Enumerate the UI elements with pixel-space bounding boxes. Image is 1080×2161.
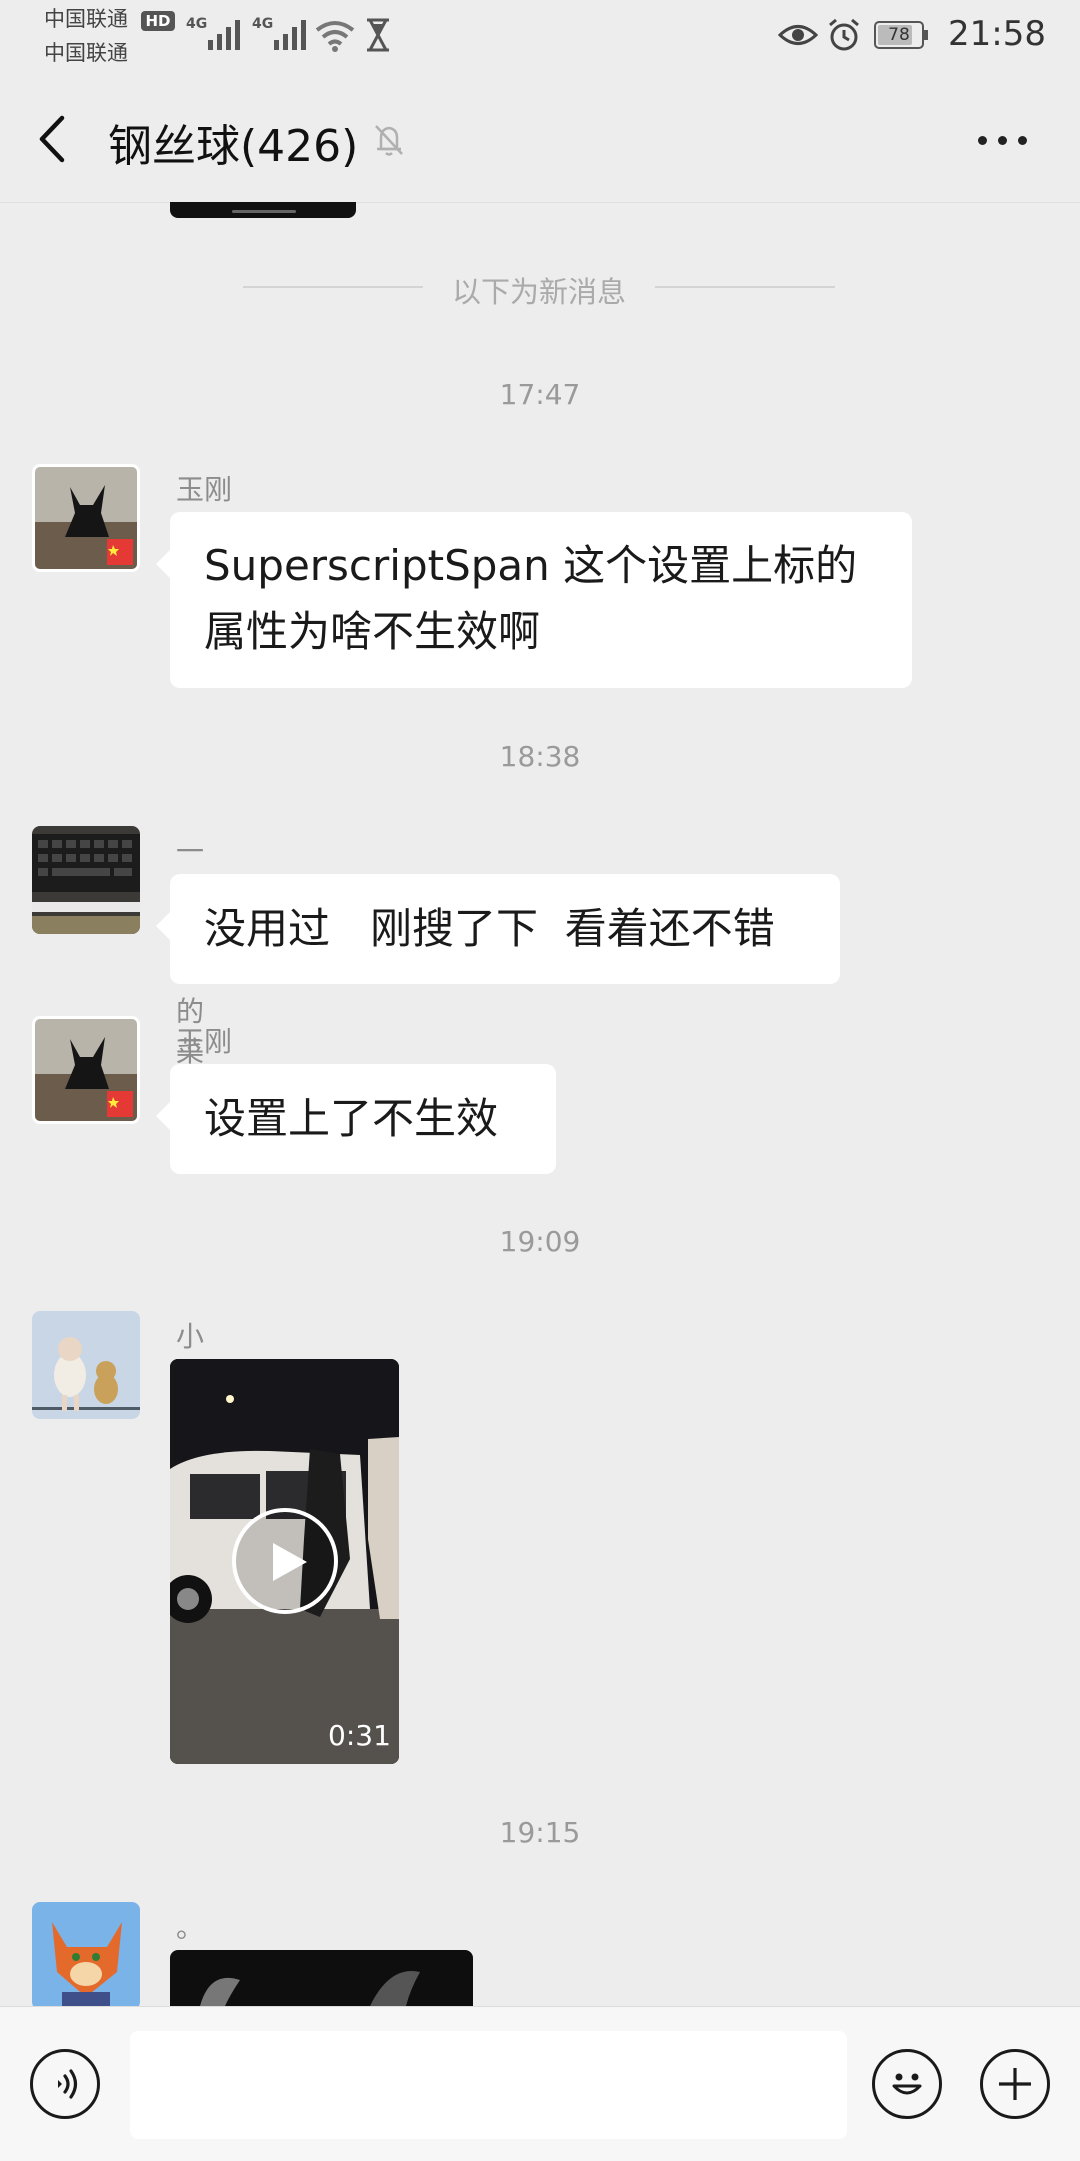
- hd-badge: HD: [141, 11, 175, 31]
- battery-icon: 78: [874, 21, 928, 49]
- bell-off-icon: [375, 125, 403, 156]
- input-bar: [0, 2006, 1080, 2161]
- voice-button[interactable]: [30, 2049, 100, 2119]
- emoji-icon: [892, 2073, 922, 2095]
- avatar[interactable]: [32, 826, 140, 934]
- status-time: 21:58: [948, 14, 1046, 54]
- timestamp: 19:15: [499, 1816, 581, 1849]
- emoji-button[interactable]: [872, 2049, 942, 2119]
- message-bubble[interactable]: SuperscriptSpan 这个设置上标的 属性为啥不生效啊: [156, 512, 912, 688]
- message-input[interactable]: [130, 2031, 847, 2139]
- alarm-icon: [829, 18, 859, 51]
- divider-left: [243, 286, 423, 288]
- message-text-line-1: SuperscriptSpan 这个设置上标的: [204, 541, 858, 590]
- voice-icon: [58, 2069, 78, 2099]
- play-icon[interactable]: [232, 1508, 338, 1614]
- message-bubble[interactable]: 设置上了不生效: [156, 1064, 556, 1174]
- previous-message-image[interactable]: [170, 202, 356, 218]
- avatar[interactable]: [32, 464, 140, 572]
- chevron-left-icon[interactable]: [34, 114, 70, 164]
- carrier-2-label: 中国联通: [44, 41, 128, 65]
- image-message[interactable]: [170, 1950, 473, 2006]
- avatar[interactable]: [32, 1016, 140, 1124]
- carrier-1-label: 中国联通: [44, 7, 128, 31]
- hourglass-icon: [367, 18, 389, 52]
- timestamp: 17:47: [499, 378, 581, 411]
- video-message[interactable]: 0:31: [170, 1359, 399, 1764]
- wifi-icon: [315, 21, 355, 52]
- status-bar: 中国联通 中国联通 HD 4G 4G 78 21:58: [0, 0, 1080, 72]
- battery-level: 78: [888, 25, 910, 45]
- more-options-button[interactable]: [972, 124, 1036, 158]
- avatar[interactable]: [32, 1902, 140, 2006]
- divider-right: [655, 286, 835, 288]
- new-messages-divider: 以下为新消息: [451, 275, 626, 309]
- avatar[interactable]: [32, 1311, 140, 1419]
- timestamp: 19:09: [499, 1225, 581, 1258]
- chat-header: 钢丝球(426): [0, 72, 1080, 203]
- message-bubble[interactable]: 没用过 刚搜了下 看着还不错: [156, 874, 840, 984]
- video-duration: 0:31: [328, 1719, 391, 1752]
- message-text-line-2: 属性为啥不生效啊: [204, 607, 541, 656]
- add-button[interactable]: [980, 2049, 1050, 2119]
- plus-icon: [999, 2068, 1031, 2100]
- chat-messages[interactable]: 以下为新消息 17:47 玉刚吹NO.1 SuperscriptSpan 这个设…: [0, 202, 1080, 2006]
- timestamp: 18:38: [499, 740, 581, 773]
- chat-title: 钢丝球(426): [108, 121, 359, 172]
- eye-icon: [778, 25, 818, 45]
- more-dots-icon: [978, 136, 987, 145]
